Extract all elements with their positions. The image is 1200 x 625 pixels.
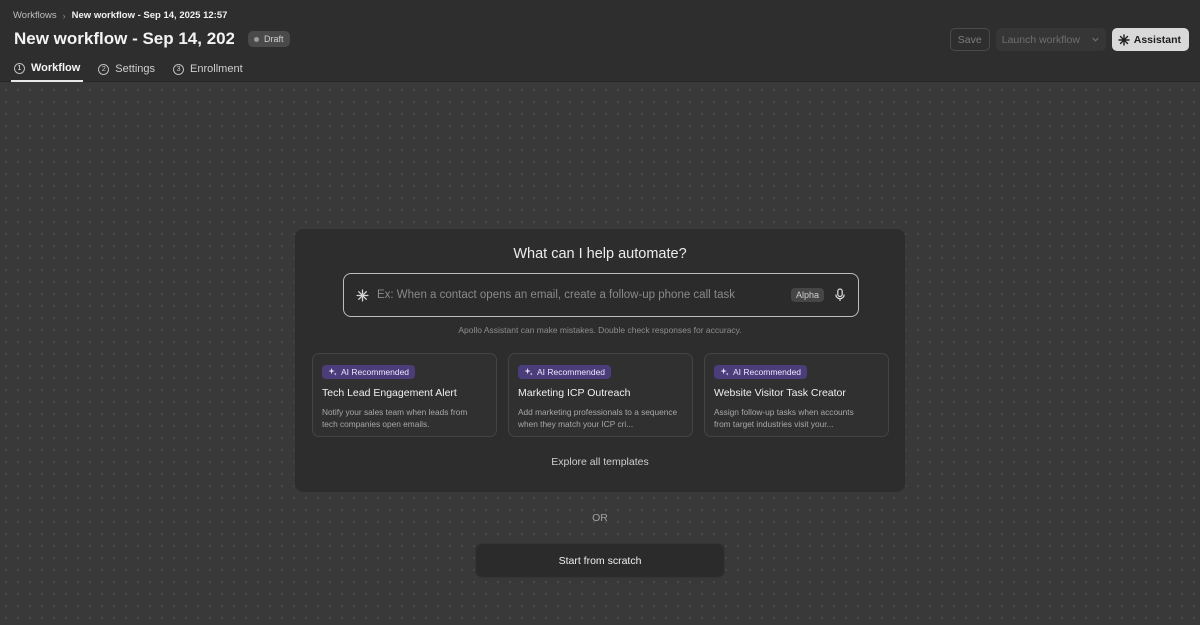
template-description: Add marketing professionals to a sequenc… <box>518 407 683 430</box>
template-card[interactable]: AI Recommended Tech Lead Engagement Aler… <box>312 353 497 437</box>
prompt-box[interactable]: Alpha <box>343 273 859 317</box>
breadcrumb: Workflows › New workflow - Sep 14, 2025 … <box>13 10 227 21</box>
ai-badge-label: AI Recommended <box>733 366 802 377</box>
ai-recommended-badge: AI Recommended <box>518 364 612 379</box>
tab-label: Enrollment <box>190 63 243 75</box>
template-description-line: Assign follow-up tasks when accounts <box>714 407 854 417</box>
or-divider: OR <box>592 512 608 524</box>
title-row: New workflow - Sep 14, 2025 12:... Draft <box>14 29 290 49</box>
sparkle-asterisk-icon <box>356 288 369 302</box>
template-title: Website Visitor Task Creator <box>714 387 846 399</box>
template-description-line: tech companies open emails. <box>322 418 430 429</box>
status-badge: Draft <box>248 31 290 47</box>
launch-workflow-label: Launch workflow <box>1001 33 1080 46</box>
tab-workflow[interactable]: 1 Workflow <box>11 56 84 82</box>
template-description: Assign follow-up tasks when accounts fro… <box>714 407 879 430</box>
panel-heading: What can I help automate? <box>513 246 687 262</box>
explore-templates-link[interactable]: Explore all templates <box>295 456 905 468</box>
top-bar: Workflows › New workflow - Sep 14, 2025 … <box>0 0 1200 82</box>
template-card[interactable]: AI Recommended Website Visitor Task Crea… <box>704 353 889 437</box>
sparkles-icon <box>328 367 337 376</box>
breadcrumb-separator: › <box>62 10 66 21</box>
template-title: Marketing ICP Outreach <box>518 387 631 399</box>
template-description-line: from target industries visit your... <box>714 418 834 429</box>
tab-number: 3 <box>173 63 185 75</box>
header-actions: Save Launch workflow Assistant <box>949 28 1189 51</box>
start-from-scratch-button[interactable]: Start from scratch <box>475 543 725 578</box>
tab-label: Workflow <box>31 62 81 74</box>
assistant-panel: What can I help automate? Alpha Apollo A… <box>294 228 906 493</box>
prompt-input[interactable] <box>377 289 791 301</box>
alpha-badge: Alpha <box>790 288 824 302</box>
tab-label: Settings <box>115 63 156 75</box>
tab-enrollment[interactable]: 3 Enrollment <box>170 56 246 82</box>
template-description-line: Notify your sales team when leads from <box>322 407 468 417</box>
status-dot <box>254 36 259 42</box>
page-title[interactable]: New workflow - Sep 14, 2025 12:... <box>14 29 234 49</box>
ai-badge-label: AI Recommended <box>341 366 410 377</box>
tab-settings[interactable]: 2 Settings <box>95 56 158 82</box>
step-tabs: 1 Workflow 2 Settings 3 Enrollment <box>11 56 258 82</box>
template-description: Notify your sales team when leads from t… <box>322 407 487 430</box>
sparkles-icon <box>524 367 533 376</box>
ai-recommended-badge: AI Recommended <box>714 364 808 379</box>
ai-recommended-badge: AI Recommended <box>322 364 416 379</box>
microphone-icon[interactable] <box>834 288 846 302</box>
sparkles-icon <box>720 367 729 376</box>
save-button[interactable]: Save <box>949 28 990 51</box>
breadcrumb-workflows-link[interactable]: Workflows <box>13 10 57 21</box>
ai-badge-label: AI Recommended <box>537 366 606 377</box>
launch-workflow-button[interactable]: Launch workflow <box>995 28 1106 51</box>
template-card[interactable]: AI Recommended Marketing ICP Outreach Ad… <box>508 353 693 437</box>
status-badge-label: Draft <box>264 34 284 44</box>
template-cards: AI Recommended Tech Lead Engagement Aler… <box>312 353 889 437</box>
assistant-button[interactable]: Assistant <box>1111 28 1189 51</box>
tab-number: 1 <box>14 62 25 74</box>
chevron-down-icon[interactable] <box>1091 35 1100 44</box>
disclaimer: Apollo Assistant can make mistakes. Doub… <box>458 325 742 335</box>
template-title: Tech Lead Engagement Alert <box>322 387 457 399</box>
template-description-line: when they match your ICP cri... <box>518 418 634 429</box>
assistant-button-label: Assistant <box>1133 33 1181 46</box>
template-description-line: Add marketing professionals to a sequenc… <box>518 407 678 417</box>
tab-number: 2 <box>98 63 110 75</box>
breadcrumb-current: New workflow - Sep 14, 2025 12:57 <box>71 10 228 21</box>
sparkle-asterisk-icon <box>1118 33 1130 46</box>
